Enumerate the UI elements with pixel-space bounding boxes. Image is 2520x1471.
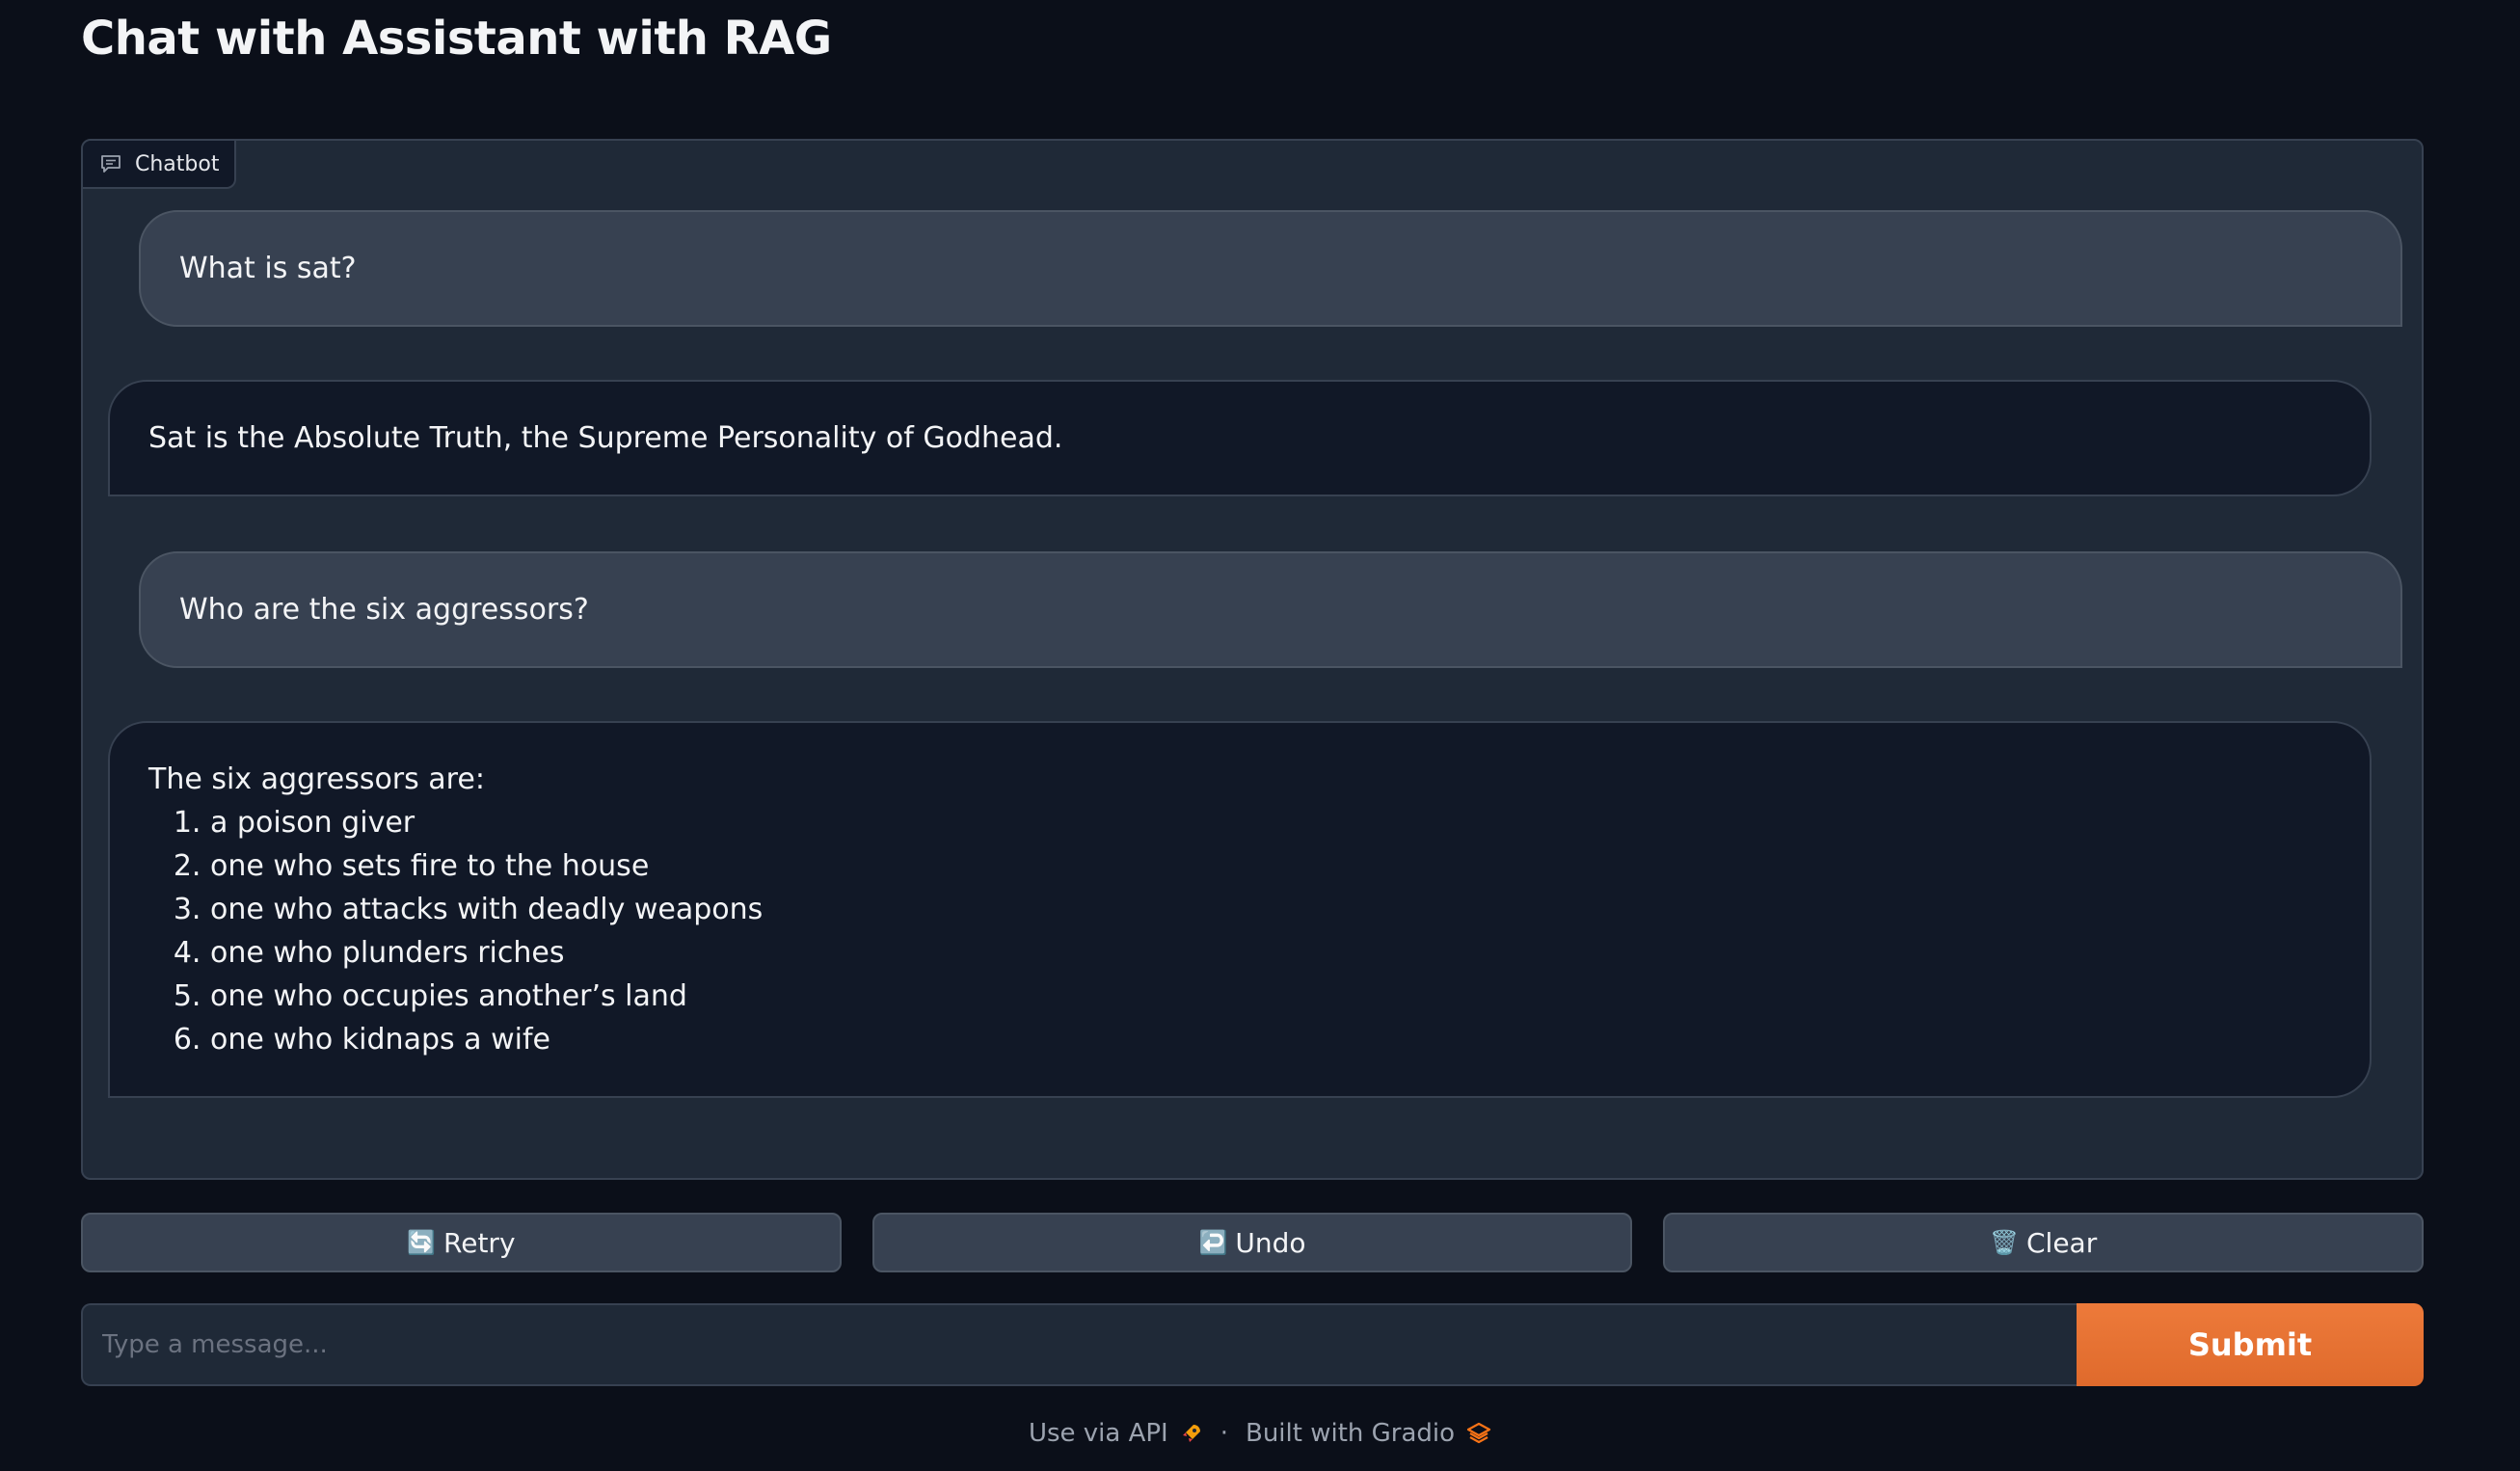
gradio-logo-icon [1466,1422,1491,1444]
retry-label: Retry [443,1226,516,1259]
use-via-api-link[interactable]: Use via API [1029,1419,1203,1448]
user-message: Who are the six aggressors? [139,551,2402,668]
message-text: What is sat? [179,252,357,285]
clear-label: Clear [2026,1226,2098,1259]
undo-icon: ↩️ [1198,1229,1228,1256]
bot-message: Sat is the Absolute Truth, the Supreme P… [108,380,2372,496]
use-via-api-label: Use via API [1028,1419,1168,1448]
user-message: What is sat? [139,210,2402,327]
list-item: a poison giver [210,801,2331,844]
retry-icon: 🔄 [407,1229,437,1256]
submit-button[interactable]: Submit [2077,1303,2424,1386]
undo-label: Undo [1235,1226,1306,1259]
chatbot-label: Chatbot [83,141,237,189]
page-title: Chat with Assistant with RAG [81,12,832,66]
action-buttons: 🔄 Retry ↩️ Undo 🗑️ Clear [81,1213,2425,1272]
list-item: one who sets fire to the house [210,844,2331,888]
footer: Use via API · Built with Gradio [0,1419,2520,1448]
chatbot-panel: Chatbot What is sat? Sat is the Absolute… [81,139,2424,1180]
built-with-gradio-link[interactable]: Built with Gradio [1246,1419,1491,1448]
list-item: one who plunders riches [210,931,2331,975]
message-composer: Submit [81,1303,2424,1386]
list-item: one who occupies another’s land [210,975,2331,1018]
message-text: The six aggressors are: [148,762,485,796]
undo-button[interactable]: ↩️ Undo [871,1213,1633,1272]
built-with-label: Built with Gradio [1245,1419,1456,1448]
message-text: Sat is the Absolute Truth, the Supreme P… [148,421,1063,455]
chatbot-label-text: Chatbot [135,151,220,176]
list-item: one who kidnaps a wife [210,1018,2331,1061]
bot-message: The six aggressors are: a poison giver o… [108,721,2372,1098]
clear-button[interactable]: 🗑️ Clear [1663,1213,2425,1272]
aggressors-list: a poison giver one who sets fire to the … [148,801,2331,1061]
footer-separator: · [1220,1419,1228,1448]
retry-button[interactable]: 🔄 Retry [81,1213,842,1272]
message-text: Who are the six aggressors? [179,593,589,627]
trash-icon: 🗑️ [1990,1229,2019,1256]
chat-bubble-icon [101,155,121,173]
list-item: one who attacks with deadly weapons [210,888,2331,931]
message-input[interactable] [81,1303,2077,1386]
rocket-icon [1182,1425,1200,1442]
app-page: Chat with Assistant with RAG Chatbot Wha… [0,0,2520,1471]
